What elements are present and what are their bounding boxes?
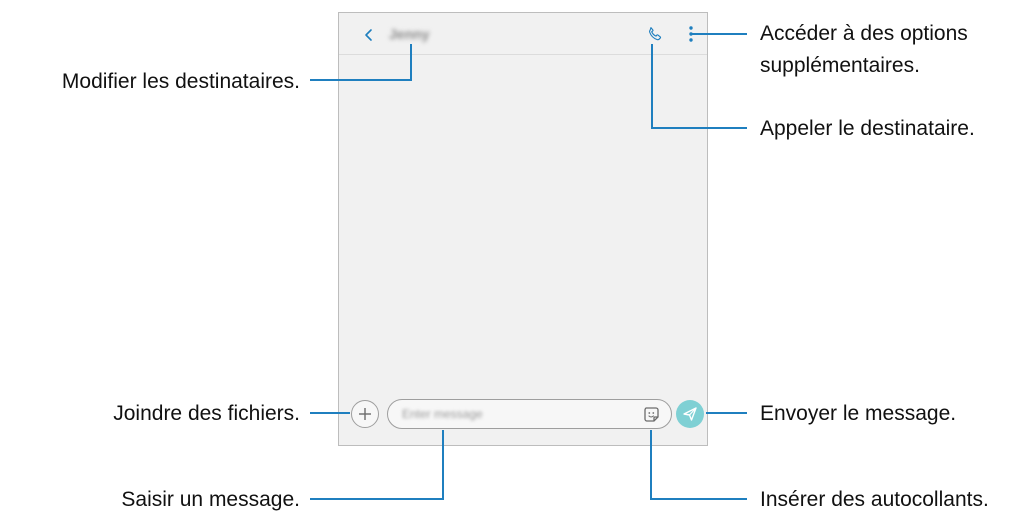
callout-insert-stickers: Insérer des autocollants.: [760, 488, 989, 511]
callout-attach-files: Joindre des fichiers.: [113, 402, 300, 425]
line-insert-stickers: [650, 430, 747, 500]
line-call-recipient: [651, 44, 747, 129]
line-edit-recipients: [310, 44, 412, 81]
callout-enter-message: Saisir un message.: [121, 488, 300, 511]
line-enter-message: [310, 430, 444, 500]
callout-call-recipient: Appeler le destinataire.: [760, 117, 975, 140]
callout-edit-recipients: Modifier les destinataires.: [61, 70, 300, 93]
callout-send-message: Envoyer le message.: [760, 402, 957, 425]
callout-more-options-line2: supplémentaires.: [760, 54, 920, 77]
callout-more-options-line1: Accéder à des options: [760, 22, 968, 45]
